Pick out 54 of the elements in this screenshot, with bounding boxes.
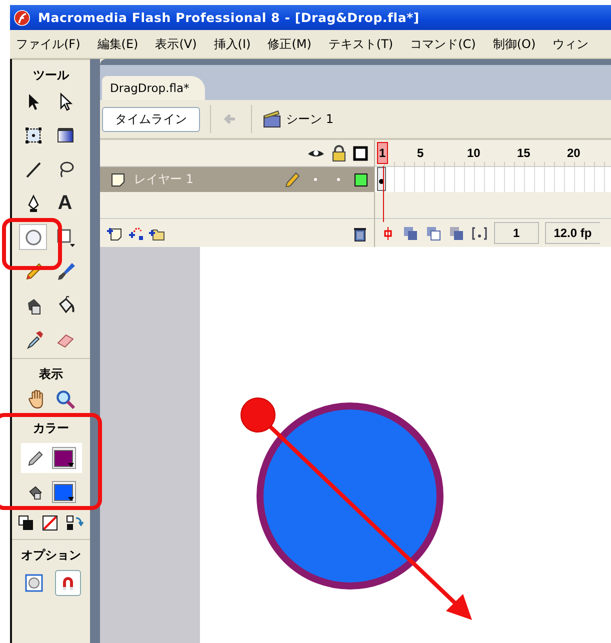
free-transform-icon — [24, 126, 42, 144]
gradient-transform-icon — [56, 126, 74, 144]
menu-item[interactable]: コマンド(C) — [410, 36, 476, 52]
frame-number: 10 — [467, 146, 482, 160]
onion-skin-icon — [448, 224, 465, 242]
panel-heading: オプション — [21, 547, 81, 564]
stroke-color-control[interactable] — [20, 443, 82, 473]
playhead[interactable]: 1 — [377, 142, 388, 164]
current-frame-field[interactable]: 1 — [494, 222, 539, 244]
document-tab[interactable]: DragDrop.fla* — [102, 76, 206, 100]
pencil-icon — [24, 262, 42, 280]
lock-icon — [331, 144, 347, 162]
highlight-frame — [2, 218, 62, 270]
zoom-icon — [55, 389, 75, 409]
default-colors-icon — [18, 515, 34, 531]
stroke-icon — [26, 450, 44, 466]
brush-icon — [56, 262, 74, 280]
layer-icon — [110, 172, 126, 188]
no-color-icon — [42, 515, 58, 531]
pencil-icon — [285, 172, 300, 187]
app-logo-icon — [14, 10, 30, 26]
fill-icon — [26, 484, 44, 500]
timeline-button[interactable]: タイムライン — [102, 106, 200, 132]
frame-number: 5 — [417, 146, 425, 160]
menu-item[interactable]: ウィン — [552, 36, 589, 52]
line-icon — [24, 160, 42, 178]
frame-number: 15 — [517, 146, 532, 160]
outline-icon — [353, 146, 368, 160]
menu-item[interactable]: 編集(E) — [97, 36, 138, 52]
swap-colors-icon — [66, 515, 84, 531]
panel-heading: 表示 — [39, 366, 63, 383]
onion-skin-icon — [425, 224, 442, 242]
outline-color-icon — [354, 172, 368, 186]
menu-item[interactable]: ファイル(F) — [16, 36, 80, 52]
menu-item[interactable]: 制御(O) — [492, 36, 536, 52]
panel-heading: カラー — [33, 420, 69, 437]
window-title: Macromedia Flash Professional 8 - [Drag&Drop.fla*] — [38, 10, 420, 25]
oval-icon — [24, 228, 42, 246]
menu-item[interactable]: 表示(V) — [155, 36, 197, 52]
clapperboard-icon — [262, 109, 282, 129]
frame-rate-field[interactable]: 12.0 fp — [544, 222, 600, 244]
add-guide-layer-icon — [127, 224, 144, 242]
menu-item[interactable]: テキスト(T) — [328, 36, 394, 52]
object-drawing-icon — [25, 574, 43, 592]
menu-item[interactable]: 修正(M) — [268, 36, 312, 52]
onion-skin-icon — [402, 224, 419, 242]
scene-label: シーン 1 — [286, 110, 334, 128]
modify-markers-icon — [471, 224, 488, 242]
panel-heading: ツール — [33, 67, 69, 84]
rectangle-icon — [56, 228, 74, 246]
oval-tool[interactable] — [19, 224, 47, 250]
menu-item[interactable]: 挿入(I) — [214, 36, 251, 52]
frame-number: 20 — [567, 146, 582, 160]
text-tool[interactable]: A — [51, 190, 79, 216]
